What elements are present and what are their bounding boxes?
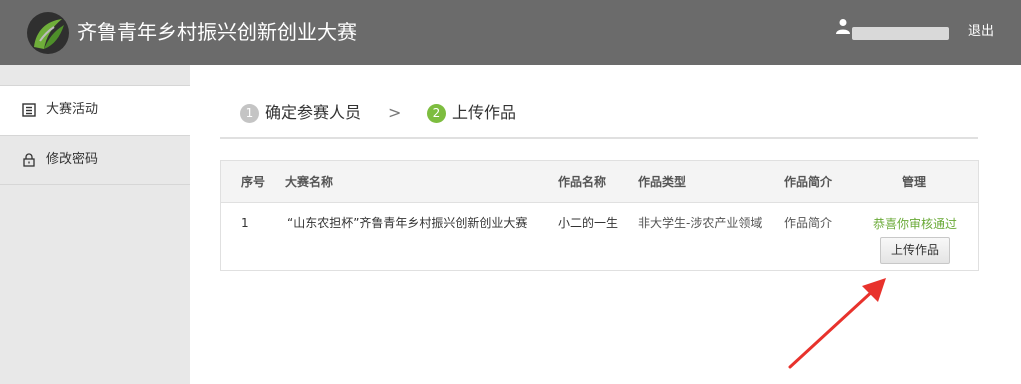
app-logo-icon bbox=[27, 12, 69, 54]
user-icon bbox=[836, 19, 850, 34]
col-header-contest: 大赛名称 bbox=[285, 175, 334, 189]
annotation-arrow-icon bbox=[788, 278, 886, 369]
cell-intro[interactable]: 作品简介 bbox=[784, 215, 832, 231]
cell-index: 1 bbox=[241, 216, 249, 230]
col-header-index: 序号 bbox=[241, 175, 266, 189]
sidebar-item-contest-activity[interactable]: 大赛活动 bbox=[0, 85, 190, 135]
step-label: 上传作品 bbox=[452, 103, 517, 122]
contest-list-icon bbox=[22, 103, 36, 117]
col-header-work-name: 作品名称 bbox=[558, 175, 607, 189]
sidebar: 大赛活动 修改密码 bbox=[0, 65, 190, 384]
works-table: 序号 大赛名称 作品名称 作品类型 作品简介 管理 1 “山东农担杯”齐鲁青年乡… bbox=[220, 160, 979, 271]
sidebar-item-change-password[interactable]: 修改密码 bbox=[0, 135, 190, 185]
step-2: 2 上传作品 bbox=[427, 102, 516, 124]
sidebar-item-label: 修改密码 bbox=[46, 152, 99, 167]
col-header-manage: 管理 bbox=[902, 175, 927, 189]
table-header: 序号 大赛名称 作品名称 作品类型 作品简介 管理 bbox=[221, 161, 978, 203]
col-header-intro: 作品简介 bbox=[784, 175, 833, 189]
step-label: 确定参赛人员 bbox=[265, 103, 362, 122]
user-name bbox=[852, 27, 949, 40]
top-header: 齐鲁青年乡村振兴创新创业大赛 退出 bbox=[0, 0, 1021, 65]
lock-icon bbox=[23, 153, 35, 167]
step-number: 2 bbox=[427, 104, 446, 123]
step-separator: > bbox=[388, 103, 402, 122]
cell-work-type: 非大学生-涉农产业领域 bbox=[638, 216, 763, 230]
upload-work-button[interactable]: 上传作品 bbox=[880, 237, 950, 264]
step-1: 1 确定参赛人员 bbox=[240, 102, 361, 124]
cell-contest: “山东农担杯”齐鲁青年乡村振兴创新创业大赛 bbox=[287, 216, 528, 230]
review-status: 恭喜你审核通过 bbox=[873, 217, 958, 231]
app-title: 齐鲁青年乡村振兴创新创业大赛 bbox=[77, 20, 357, 44]
step-indicator: 1 确定参赛人员 > 2 上传作品 bbox=[220, 99, 978, 139]
col-header-work-type: 作品类型 bbox=[638, 175, 687, 189]
step-number: 1 bbox=[240, 104, 259, 123]
sidebar-item-label: 大赛活动 bbox=[46, 102, 99, 117]
logout-link[interactable]: 退出 bbox=[968, 22, 994, 42]
cell-work-name: 小二的一生 bbox=[558, 216, 619, 230]
